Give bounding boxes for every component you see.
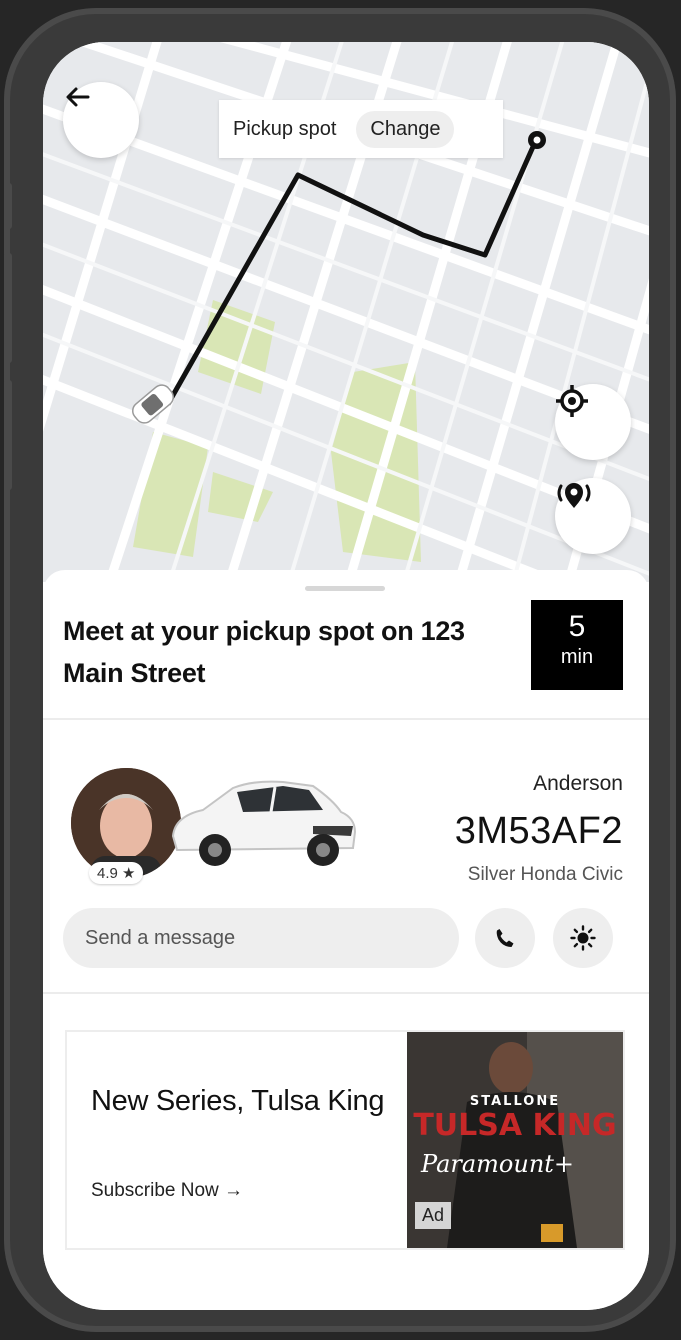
crosshair-icon [556,385,588,417]
eta-badge: 5 min [531,600,623,690]
send-message-input[interactable]: Send a message [63,908,459,968]
paramount-plus-logo: Paramount+ [421,1150,575,1178]
ad-poster-image: STALLONE TULSA KING Paramount+ Ad [407,1032,623,1248]
subscribe-now-link[interactable]: Subscribe Now → [91,1180,243,1202]
pickup-spot-chip: Pickup spot Change [219,100,503,158]
driver-name: Anderson [533,772,623,795]
poster-headline: STALLONE [469,1094,561,1109]
shield-sun-icon [570,925,596,951]
ad-card[interactable]: New Series, Tulsa King Subscribe Now → S… [65,1030,625,1250]
car-model: Silver Honda Civic [467,864,623,885]
driver-rating: 4.9 ★ [89,862,144,884]
message-placeholder: Send a message [85,927,236,949]
poster-show-title: TULSA KING [413,1108,617,1143]
destination-marker-center [533,136,541,144]
car-image [171,780,357,866]
section-divider [43,992,649,994]
app-screen: Pickup spot Change Meet at your pickup s… [43,42,649,1310]
pickup-location-button[interactable] [555,478,631,554]
back-button[interactable] [63,82,139,158]
arrow-left-icon [66,87,90,107]
phone-icon [496,929,514,947]
mute-switch [4,183,12,229]
call-driver-button[interactable] [475,908,535,968]
map-view[interactable]: Pickup spot Change [43,42,649,582]
license-plate: 3M53AF2 [454,810,623,852]
safety-toolkit-button[interactable] [553,908,613,968]
change-pickup-button[interactable]: Change [356,110,455,148]
eta-unit: min [560,646,594,668]
pickup-spot-label: Pickup spot [233,117,337,140]
ad-title: New Series, Tulsa King [91,1085,385,1117]
eta-value: 5 [568,610,586,643]
volume-up-button [4,253,12,363]
recenter-button[interactable] [555,384,631,460]
volume-down-button [4,380,12,490]
location-pin-broadcast-icon [557,483,591,508]
section-divider [43,718,649,720]
drag-handle[interactable] [305,586,385,591]
ad-badge: Ad [415,1202,452,1229]
pickup-instruction: Meet at your pickup spot on 123 Main Str… [63,616,465,688]
trip-bottom-sheet: Meet at your pickup spot on 123 Main Str… [43,570,649,1310]
